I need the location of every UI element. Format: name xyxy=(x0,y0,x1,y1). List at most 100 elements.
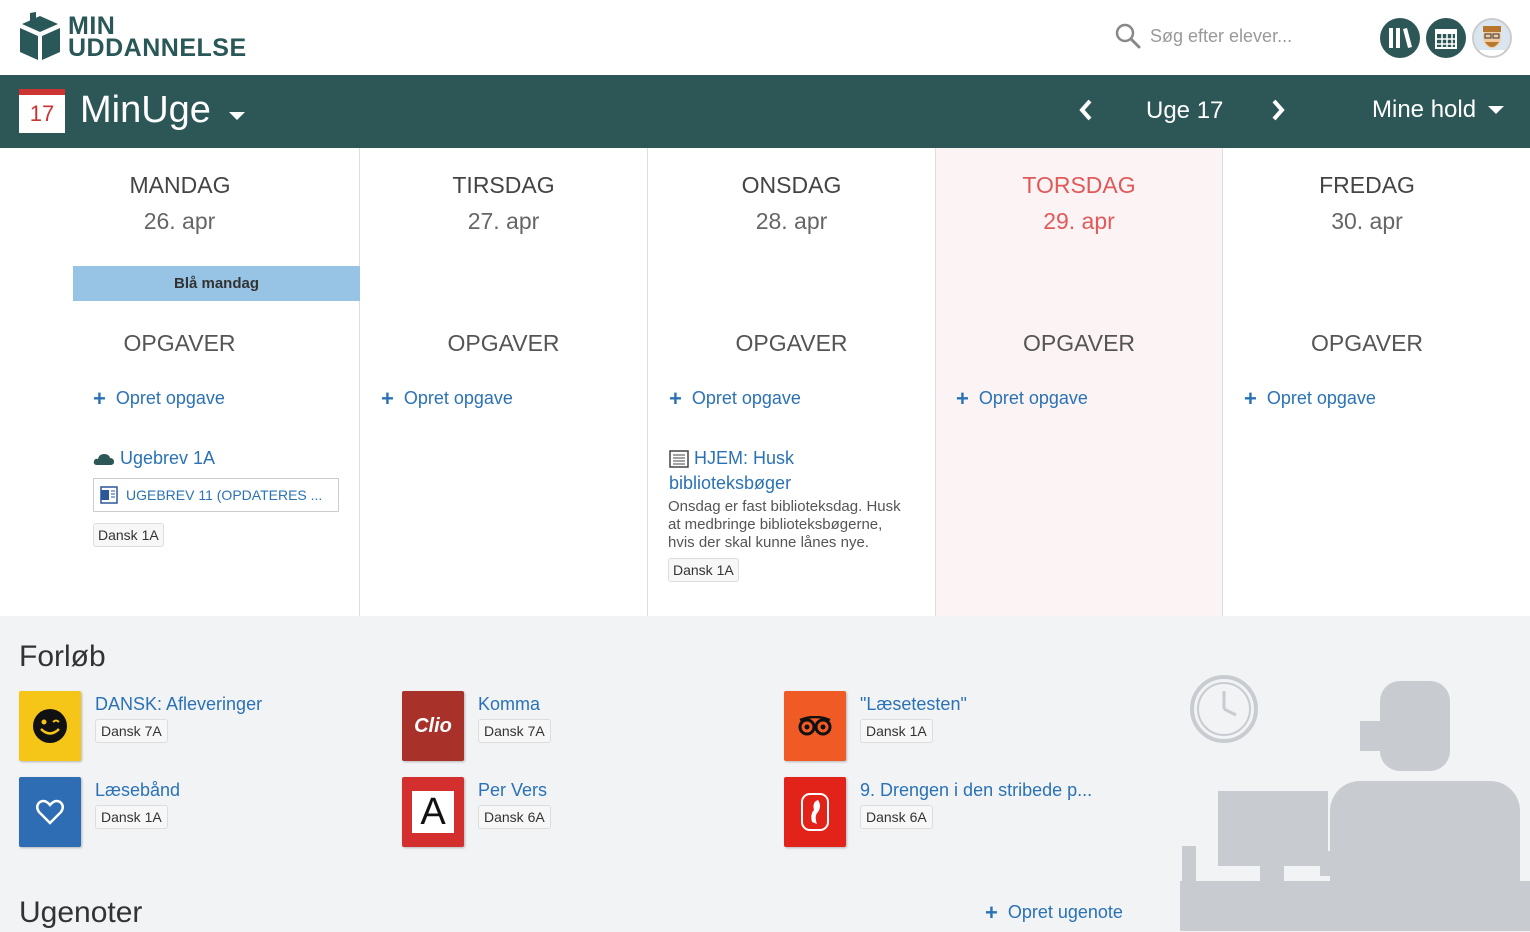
course-thumbnail[interactable] xyxy=(19,691,81,761)
create-task-button[interactable]: + Opret opgave xyxy=(93,385,225,411)
plus-icon: + xyxy=(381,385,394,411)
course-thumbnail[interactable] xyxy=(784,691,846,761)
tasks-header: OPGAVER xyxy=(123,330,236,356)
course-tag: Dansk 6A xyxy=(860,805,933,829)
course-tag: Dansk 6A xyxy=(478,805,551,829)
course-tag: Dansk 1A xyxy=(860,719,933,743)
subject-tag: Dansk 1A xyxy=(93,523,164,547)
clock-icon xyxy=(1190,675,1258,743)
day-date: 27. apr xyxy=(467,208,540,234)
library-button[interactable] xyxy=(1380,18,1420,58)
event-bar[interactable]: Blå mandag xyxy=(73,266,360,301)
course-item[interactable]: "Læsetesten" Dansk 1A xyxy=(784,691,967,761)
course-name[interactable]: Komma xyxy=(478,694,551,715)
next-week-button[interactable] xyxy=(1264,93,1292,127)
day-name: MANDAG xyxy=(0,172,360,199)
create-task-label: Opret opgave xyxy=(978,388,1088,408)
create-task-label: Opret opgave xyxy=(691,388,801,408)
task-description-line: hvis der skal kunne lånes nye. xyxy=(668,534,869,551)
day-column-monday: MANDAG 26. apr Blå mandag OPGAVER + Opre… xyxy=(0,148,360,616)
logo[interactable]: MIN UDDANNELSE xyxy=(18,12,247,62)
attachment-link[interactable]: UGEBREV 11 (OPDATERES ... xyxy=(93,478,339,512)
course-name[interactable]: Læsebånd xyxy=(95,780,180,801)
forloeb-title: Forløb xyxy=(19,640,106,673)
create-task-button[interactable]: + Opret opgave xyxy=(956,385,1088,411)
logo-line2: UDDANNELSE xyxy=(68,34,247,62)
search-icon xyxy=(1115,23,1141,49)
course-info: DANSK: Afleveringer Dansk 7A xyxy=(95,691,262,761)
smiley-icon xyxy=(33,709,67,743)
day-date: 29. apr xyxy=(1043,208,1115,234)
create-task-label: Opret opgave xyxy=(403,388,513,408)
course-info: 9. Drengen i den stribede p... Dansk 6A xyxy=(860,777,1092,847)
my-teams-dropdown[interactable]: Mine hold xyxy=(1372,96,1505,124)
task-title-line1: HJEM: Husk xyxy=(694,448,795,468)
tasks-header: OPGAVER xyxy=(735,330,848,356)
chevron-down-icon xyxy=(1488,106,1505,114)
create-task-button[interactable]: + Opret opgave xyxy=(381,385,513,411)
task-title: Ugebrev 1A xyxy=(120,448,216,468)
calendar-button[interactable] xyxy=(1426,18,1466,58)
desk-surface xyxy=(1180,881,1530,931)
previous-week-button[interactable] xyxy=(1072,93,1100,127)
desk-illustration xyxy=(1180,675,1530,931)
task-link[interactable]: Ugebrev 1A xyxy=(93,448,215,469)
logo-text: MIN UDDANNELSE xyxy=(68,14,247,62)
create-task-button[interactable]: + Opret opgave xyxy=(1244,385,1376,411)
course-thumbnail[interactable] xyxy=(19,777,81,847)
attachment-name: UGEBREV 11 (OPDATERES ... xyxy=(126,487,323,503)
plus-icon: + xyxy=(93,385,106,411)
course-info: Per Vers Dansk 6A xyxy=(478,777,551,847)
course-item[interactable]: 9. Drengen i den stribede p... Dansk 6A xyxy=(784,777,1092,847)
app-title[interactable]: MinUge xyxy=(80,89,211,132)
course-thumbnail[interactable]: A xyxy=(402,777,464,847)
day-name: ONSDAG xyxy=(741,172,842,198)
calendar-day-icon: 17 xyxy=(19,89,65,133)
search-input[interactable]: Søg efter elever... xyxy=(1150,26,1292,47)
cloud-icon xyxy=(93,453,114,465)
plus-icon: + xyxy=(1244,385,1257,411)
course-name[interactable]: 9. Drengen i den stribede p... xyxy=(860,780,1092,801)
subject-tag: Dansk 1A xyxy=(668,558,739,582)
app-menu-chevron-down-icon[interactable] xyxy=(229,112,245,120)
course-info: "Læsetesten" Dansk 1A xyxy=(860,691,967,761)
per-vers-logo: A xyxy=(412,791,454,833)
course-thumbnail[interactable]: Clio xyxy=(402,691,464,761)
create-weeknote-button[interactable]: + Opret ugenote xyxy=(985,899,1123,925)
my-teams-label: Mine hold xyxy=(1372,96,1477,123)
course-item[interactable]: A Per Vers Dansk 6A xyxy=(402,777,551,847)
heart-icon xyxy=(36,799,64,825)
course-item[interactable]: DANSK: Afleveringer Dansk 7A xyxy=(19,691,262,761)
student-search[interactable]: Søg efter elever... xyxy=(1114,22,1292,50)
tasks-header: OPGAVER xyxy=(447,330,560,356)
course-info: Læsebånd Dansk 1A xyxy=(95,777,180,847)
course-name[interactable]: Per Vers xyxy=(478,780,551,801)
course-tag: Dansk 1A xyxy=(95,805,168,829)
chevron-left-icon xyxy=(1079,99,1092,121)
week-label: Uge 17 xyxy=(1146,97,1224,124)
user-avatar[interactable] xyxy=(1472,18,1512,58)
owl-eyes-icon xyxy=(798,716,832,736)
day-date: 28. apr xyxy=(755,208,828,234)
course-thumbnail[interactable] xyxy=(784,777,846,847)
week-days: MANDAG 26. apr Blå mandag OPGAVER + Opre… xyxy=(0,148,1530,616)
create-weeknote-label: Opret ugenote xyxy=(1007,902,1123,922)
course-name[interactable]: DANSK: Afleveringer xyxy=(95,694,262,715)
task-title-line2[interactable]: biblioteksbøger xyxy=(669,473,791,494)
course-item[interactable]: Clio Komma Dansk 7A xyxy=(402,691,551,761)
day-column-friday: FREDAG 30. apr OPGAVER + Opret opgave xyxy=(1223,148,1530,616)
create-task-button[interactable]: + Opret opgave xyxy=(669,387,801,409)
chevron-right-icon xyxy=(1272,99,1285,121)
course-tag: Dansk 7A xyxy=(95,719,168,743)
plus-icon: + xyxy=(985,899,998,925)
library-icon xyxy=(1389,28,1412,48)
cup-icon xyxy=(1182,846,1196,881)
course-item[interactable]: Læsebånd Dansk 1A xyxy=(19,777,180,847)
plus-icon: + xyxy=(956,385,969,411)
clio-logo: Clio xyxy=(414,714,452,737)
bird-icon xyxy=(801,793,829,831)
task-link[interactable]: HJEM: Husk xyxy=(669,448,794,469)
course-name[interactable]: "Læsetesten" xyxy=(860,694,967,715)
week-bar: 17 MinUge Uge 17 Mine hold xyxy=(0,75,1530,148)
bottom-section: Forløb DANSK: Afleveringer Dansk 7A Clio… xyxy=(0,616,1530,932)
